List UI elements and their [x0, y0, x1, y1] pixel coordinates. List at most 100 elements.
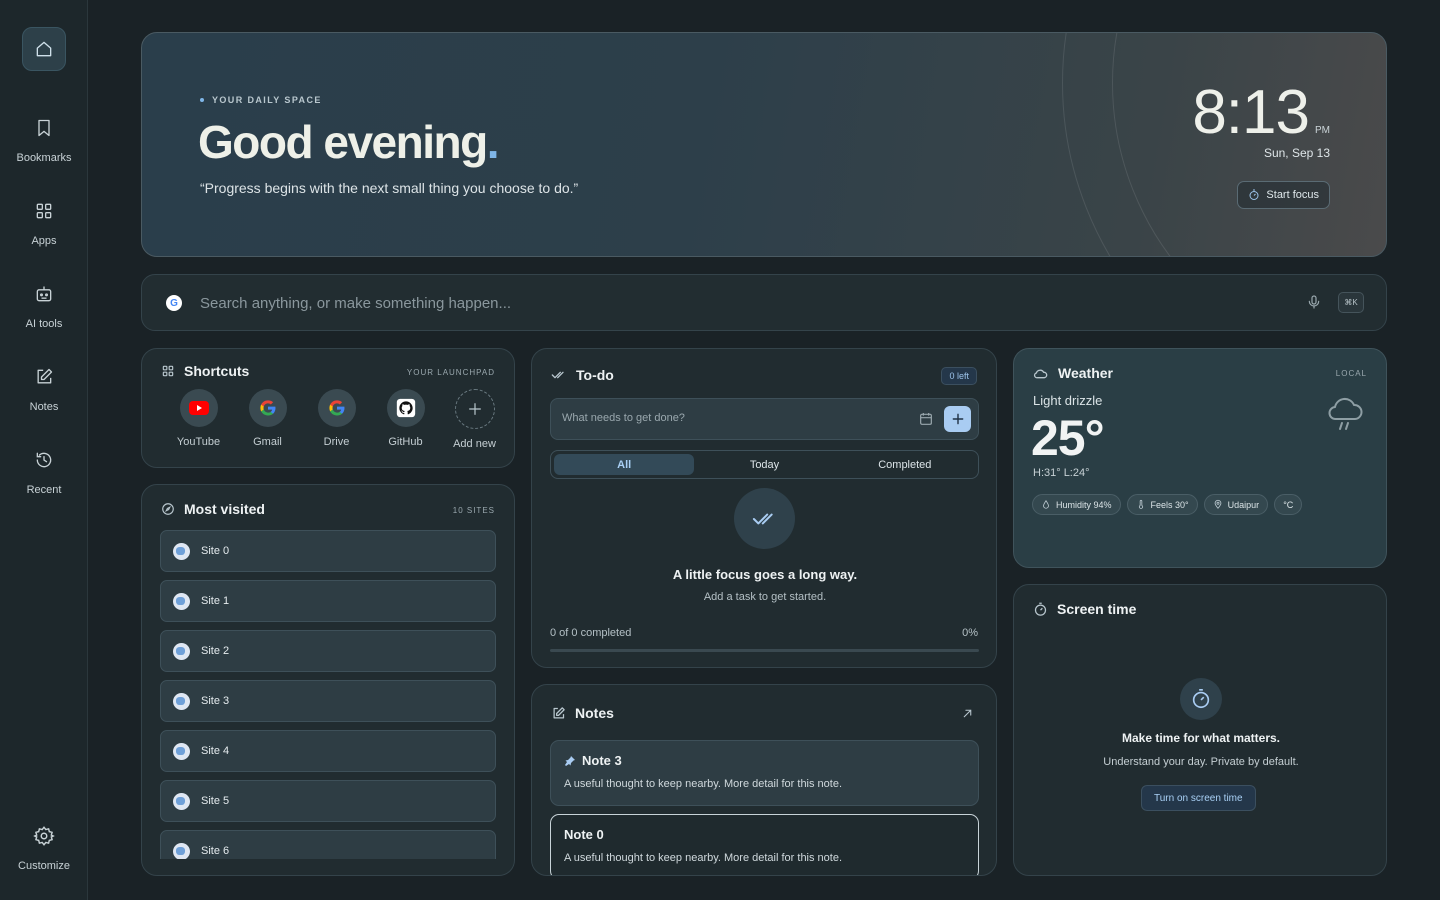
- sidebar-item-apps[interactable]: Apps: [0, 199, 88, 247]
- sidebar-item-ai-tools[interactable]: AI tools: [0, 282, 88, 330]
- sidebar-item-customize[interactable]: Customize: [0, 824, 88, 872]
- start-focus-label: Start focus: [1266, 189, 1319, 201]
- globe-icon: [173, 642, 190, 660]
- list-item[interactable]: Site 6: [160, 830, 496, 859]
- list-item[interactable]: Site 3: [160, 680, 496, 722]
- location-text: Udaipur: [1227, 499, 1260, 510]
- list-item[interactable]: Site 2: [160, 630, 496, 672]
- shortcut-drive[interactable]: Drive: [302, 389, 371, 450]
- list-item[interactable]: Site 5: [160, 780, 496, 822]
- clock-date: Sun, Sep 13: [1263, 146, 1330, 160]
- feels-like-chip: Feels 30°: [1126, 494, 1198, 515]
- calendar-icon[interactable]: [918, 411, 934, 432]
- shortcut-label: YouTube: [176, 436, 221, 448]
- clock: 8:13 PM Sun, Sep 13: [1192, 77, 1330, 160]
- google-icon: [317, 389, 356, 427]
- microphone-icon[interactable]: [1306, 294, 1322, 315]
- note-item[interactable]: Note 3 A useful thought to keep nearby. …: [550, 740, 979, 806]
- search-bar[interactable]: G Search anything, or make something hap…: [141, 274, 1387, 331]
- clock-time: 8:13: [1192, 78, 1310, 147]
- apps-grid-icon: [32, 199, 56, 223]
- notes-card: Notes Note 3 A useful thought to keep ne…: [531, 684, 997, 876]
- turn-on-screen-time-button[interactable]: Turn on screen time: [1141, 785, 1256, 811]
- empty-state-subtitle: Add a task to get started.: [703, 591, 827, 603]
- progress-text: 0 of 0 completed: [550, 627, 632, 639]
- unit-toggle-chip[interactable]: °C: [1274, 494, 1303, 515]
- open-external-icon[interactable]: [961, 707, 974, 725]
- note-title: Note 3: [564, 753, 622, 768]
- site-name: Site 6: [201, 845, 230, 857]
- shortcut-add-new[interactable]: Add new: [440, 389, 509, 450]
- note-body: A useful thought to keep nearby. More de…: [564, 778, 843, 790]
- stopwatch-icon: [1034, 602, 1047, 616]
- screen-time-title: Screen time: [1057, 601, 1137, 617]
- bookmark-icon: [32, 116, 56, 140]
- tab-today[interactable]: Today: [694, 454, 834, 475]
- card-title: Weather: [1033, 365, 1113, 381]
- home-button[interactable]: [22, 27, 66, 71]
- list-item[interactable]: Site 4: [160, 730, 496, 772]
- note-body: A useful thought to keep nearby. More de…: [564, 852, 843, 864]
- shortcut-github[interactable]: GitHub: [371, 389, 440, 450]
- shortcuts-card: Shortcuts YOUR LAUNCHPAD YouTube Gmail D…: [141, 348, 515, 468]
- task-input[interactable]: What needs to get done?: [550, 398, 979, 440]
- feels-like-text: Feels 30°: [1150, 499, 1189, 510]
- sidebar-item-label: Bookmarks: [16, 152, 72, 164]
- most-visited-card: Most visited 10 SITES Site 0 Site 1 Site…: [141, 484, 515, 876]
- youtube-icon: [179, 389, 218, 427]
- shortcut-youtube[interactable]: YouTube: [164, 389, 233, 450]
- task-input-placeholder: What needs to get done?: [562, 412, 685, 424]
- weather-temperature: 25°: [1031, 410, 1105, 466]
- shortcut-gmail[interactable]: Gmail: [233, 389, 302, 450]
- location-chip[interactable]: Udaipur: [1203, 494, 1269, 515]
- site-name: Site 0: [201, 545, 230, 557]
- sidebar-item-label: Notes: [29, 401, 59, 413]
- list-item[interactable]: Site 0: [160, 530, 496, 572]
- note-item[interactable]: Note 0 A useful thought to keep nearby. …: [550, 814, 979, 875]
- add-task-button[interactable]: [944, 406, 971, 432]
- site-list: Site 0 Site 1 Site 2 Site 3 Site 4 Site …: [142, 485, 514, 859]
- google-icon: [248, 389, 287, 427]
- sidebar: Bookmarks Apps AI tools Notes Recent Cus…: [0, 0, 88, 900]
- clock-ampm: PM: [1315, 125, 1330, 136]
- thermometer-icon: [1138, 499, 1143, 509]
- shortcut-label: Drive: [323, 436, 350, 448]
- list-item[interactable]: Site 1: [160, 580, 496, 622]
- weather-icon: [1033, 369, 1048, 379]
- card-tag: LOCAL: [1335, 369, 1367, 378]
- weather-chips: Humidity 94% Feels 30° Udaipur °C: [1032, 494, 1308, 515]
- shortcuts-title: Shortcuts: [184, 363, 250, 379]
- empty-state-title: A little focus goes a long way.: [672, 567, 858, 582]
- globe-icon: [173, 542, 190, 560]
- screen-time-card: Screen time Make time for what matters. …: [1013, 584, 1387, 876]
- google-icon: G: [166, 295, 182, 311]
- site-name: Site 4: [201, 745, 230, 757]
- card-title: Screen time: [1033, 601, 1136, 617]
- keyboard-shortcut-badge: ⌘K: [1338, 292, 1364, 313]
- search-input[interactable]: Search anything, or make something happe…: [200, 295, 511, 312]
- card-title: To-do: [551, 367, 614, 383]
- sidebar-item-bookmarks[interactable]: Bookmarks: [0, 116, 88, 164]
- unit-text: °C: [1283, 499, 1294, 510]
- progress-percent: 0%: [962, 627, 978, 639]
- start-focus-button[interactable]: Start focus: [1237, 181, 1330, 209]
- hero-banner: YOUR DAILY SPACE Good evening. “Progress…: [141, 32, 1387, 257]
- notes-title: Notes: [575, 705, 614, 721]
- card-title: Notes: [551, 705, 614, 721]
- greeting: Good evening.: [198, 115, 500, 169]
- shortcut-label: GitHub: [388, 436, 423, 448]
- card-tag: YOUR LAUNCHPAD: [406, 368, 495, 377]
- globe-icon: [173, 592, 190, 610]
- droplet-icon: [1043, 499, 1049, 509]
- shortcut-label: Add new: [453, 438, 496, 450]
- gear-icon: [32, 824, 56, 848]
- drizzle-icon: [1326, 393, 1366, 438]
- tab-completed[interactable]: Completed: [835, 454, 975, 475]
- robot-icon: [32, 282, 56, 306]
- shortcut-row: YouTube Gmail Drive GitHub Add new: [164, 389, 509, 450]
- globe-icon: [173, 792, 190, 810]
- sidebar-item-label: AI tools: [25, 318, 63, 330]
- tab-all[interactable]: All: [554, 454, 695, 475]
- sidebar-item-notes[interactable]: Notes: [0, 365, 88, 413]
- sidebar-item-recent[interactable]: Recent: [0, 448, 88, 496]
